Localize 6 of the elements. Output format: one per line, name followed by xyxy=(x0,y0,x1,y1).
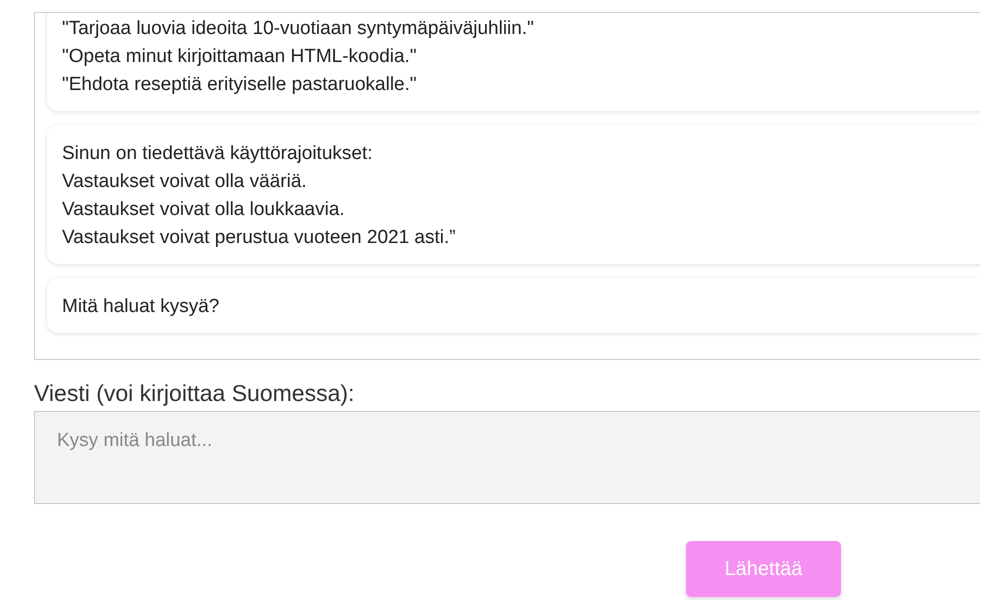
send-button[interactable]: Lähettää xyxy=(686,541,841,597)
field-label: Viesti (voi kirjoittaa Suomessa): xyxy=(34,380,356,406)
chat-message: Mitä haluat kysyä? xyxy=(47,278,980,333)
message-input[interactable]: Kysy mitä haluat... xyxy=(34,411,980,504)
chat-message: Sinun on tiedettävä käyttörajoitukset: Vastaukset voivat olla vääriä. Vastaukset voivat olla loukkaavia. Vastaukset voivat perustua vuoteen 2021 asti.” xyxy=(47,125,980,264)
chat-message: "Tarjoaa luovia ideoita 10-vuotiaan syntymäpäiväjuhliin." "Opeta minut kirjoittamaan HTML-koodia." "Ehdota reseptiä erityiselle pastaruokalle." xyxy=(47,13,980,111)
